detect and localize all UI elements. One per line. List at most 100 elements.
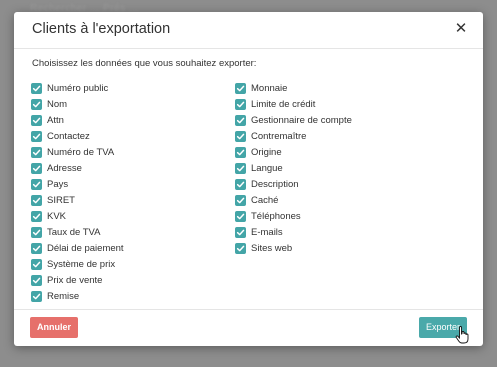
checkmark-icon	[32, 213, 41, 219]
checkbox-label: Gestionnaire de compte	[251, 114, 352, 126]
checkbox-box[interactable]	[31, 194, 42, 206]
checkbox-label: Prix de vente	[47, 274, 103, 286]
checkbox-box[interactable]	[31, 290, 42, 302]
checkbox-nom[interactable]: Nom	[31, 96, 124, 112]
checkmark-icon	[32, 261, 41, 267]
checkbox-label: Caché	[251, 194, 279, 206]
checkbox-box[interactable]	[31, 178, 42, 190]
checkbox-label: E-mails	[251, 226, 283, 238]
checkbox-box[interactable]	[31, 242, 42, 254]
checkmark-icon	[236, 117, 245, 123]
cancel-button[interactable]: Annuler	[30, 317, 79, 338]
checkbox-label: Limite de crédit	[251, 98, 316, 110]
checkbox-box[interactable]	[31, 226, 42, 238]
checkbox-adresse[interactable]: Adresse	[31, 160, 124, 176]
checkbox-label: Taux de TVA	[47, 226, 101, 238]
dialog-body: Choisissez les données que vous souhaite…	[14, 50, 483, 308]
checkbox-box[interactable]	[235, 210, 246, 222]
checkbox-box[interactable]	[235, 242, 246, 254]
checkbox-sites-web[interactable]: Sites web	[235, 240, 352, 256]
checkmark-icon	[32, 149, 41, 155]
checkbox-box[interactable]	[235, 146, 246, 158]
checkmark-icon	[32, 117, 41, 123]
export-button[interactable]: Exporter	[418, 317, 467, 338]
checkbox-box[interactable]	[31, 162, 42, 174]
instructions-text: Choisissez les données que vous souhaite…	[32, 58, 257, 69]
checkbox-description[interactable]: Description	[235, 176, 352, 192]
dialog-footer: Annuler Exporter	[14, 309, 483, 346]
checkbox-prix-de-vente[interactable]: Prix de vente	[31, 272, 124, 288]
close-icon: ✕	[454, 20, 468, 37]
checkbox-box[interactable]	[235, 82, 246, 94]
checkbox-monnaie[interactable]: Monnaie	[235, 80, 352, 96]
close-button[interactable]: ✕	[453, 21, 469, 37]
checkmark-icon	[32, 101, 41, 107]
checkmark-icon	[236, 181, 245, 187]
checkmark-icon	[32, 245, 41, 251]
checkmark-icon	[236, 245, 245, 251]
checkbox-label: Description	[251, 178, 299, 190]
checkbox-delai-de-paiement[interactable]: Délai de paiement	[31, 240, 124, 256]
checkbox-label: Nom	[47, 98, 68, 110]
checkbox-label: Téléphones	[251, 210, 301, 222]
checkbox-box[interactable]	[235, 178, 246, 190]
checkbox-label: Numéro de TVA	[47, 146, 115, 158]
checkbox-label: Système de prix	[47, 258, 116, 270]
checkbox-label: Attn	[47, 114, 64, 126]
checkmark-icon	[32, 277, 41, 283]
checkbox-remise[interactable]: Remise	[31, 288, 124, 304]
checkmark-icon	[32, 197, 41, 203]
checkbox-label: SIRET	[47, 194, 75, 206]
checkbox-box[interactable]	[235, 98, 246, 110]
checkbox-e-mails[interactable]: E-mails	[235, 224, 352, 240]
checkbox-box[interactable]	[31, 210, 42, 222]
checkbox-telephones[interactable]: Téléphones	[235, 208, 352, 224]
checkbox-siret[interactable]: SIRET	[31, 192, 124, 208]
checkmark-icon	[32, 85, 41, 91]
checkbox-systeme-de-prix[interactable]: Système de prix	[31, 256, 124, 272]
checkbox-box[interactable]	[31, 130, 42, 142]
checkmark-icon	[236, 213, 245, 219]
checkbox-box[interactable]	[31, 98, 42, 110]
checkbox-box[interactable]	[235, 130, 246, 142]
left-field-list: Numéro public Nom Attn Contactez Numéro de T…	[31, 80, 124, 304]
checkbox-label: Contactez	[47, 130, 90, 142]
checkbox-label: Monnaie	[251, 82, 288, 94]
checkbox-label: Origine	[251, 146, 282, 158]
checkbox-origine[interactable]: Origine	[235, 144, 352, 160]
checkbox-cache[interactable]: Caché	[235, 192, 352, 208]
checkbox-kvk[interactable]: KVK	[31, 208, 124, 224]
checkbox-box[interactable]	[31, 274, 42, 286]
export-dialog: Clients à l'exportation ✕ Choisissez les…	[14, 12, 483, 346]
checkmark-icon	[32, 165, 41, 171]
checkbox-box[interactable]	[31, 114, 42, 126]
checkmark-icon	[236, 229, 245, 235]
checkbox-limite-de-credit[interactable]: Limite de crédit	[235, 96, 352, 112]
checkbox-box[interactable]	[235, 226, 246, 238]
checkbox-numero-de-tva[interactable]: Numéro de TVA	[31, 144, 124, 160]
checkmark-icon	[236, 197, 245, 203]
checkmark-icon	[236, 165, 245, 171]
checkbox-label: Délai de paiement	[47, 242, 124, 254]
checkbox-box[interactable]	[235, 114, 246, 126]
checkbox-langue[interactable]: Langue	[235, 160, 352, 176]
checkbox-box[interactable]	[31, 82, 42, 94]
checkbox-box[interactable]	[235, 194, 246, 206]
checkbox-contremaitre[interactable]: Contremaître	[235, 128, 352, 144]
checkbox-label: Pays	[47, 178, 69, 190]
checkmark-icon	[236, 149, 245, 155]
checkmark-icon	[236, 85, 245, 91]
checkbox-pays[interactable]: Pays	[31, 176, 124, 192]
checkbox-contactez[interactable]: Contactez	[31, 128, 124, 144]
checkbox-box[interactable]	[235, 162, 246, 174]
checkbox-taux-de-tva[interactable]: Taux de TVA	[31, 224, 124, 240]
right-field-list: Monnaie Limite de crédit Gestionnaire de c…	[235, 80, 352, 256]
checkbox-numero-public[interactable]: Numéro public	[31, 80, 124, 96]
checkbox-label: Contremaître	[251, 130, 307, 142]
checkbox-label: Numéro public	[47, 82, 109, 94]
checkbox-gestionnaire-de-compte[interactable]: Gestionnaire de compte	[235, 112, 352, 128]
checkmark-icon	[32, 181, 41, 187]
checkbox-attn[interactable]: Attn	[31, 112, 124, 128]
checkbox-box[interactable]	[31, 146, 42, 158]
checkbox-box[interactable]	[31, 258, 42, 270]
